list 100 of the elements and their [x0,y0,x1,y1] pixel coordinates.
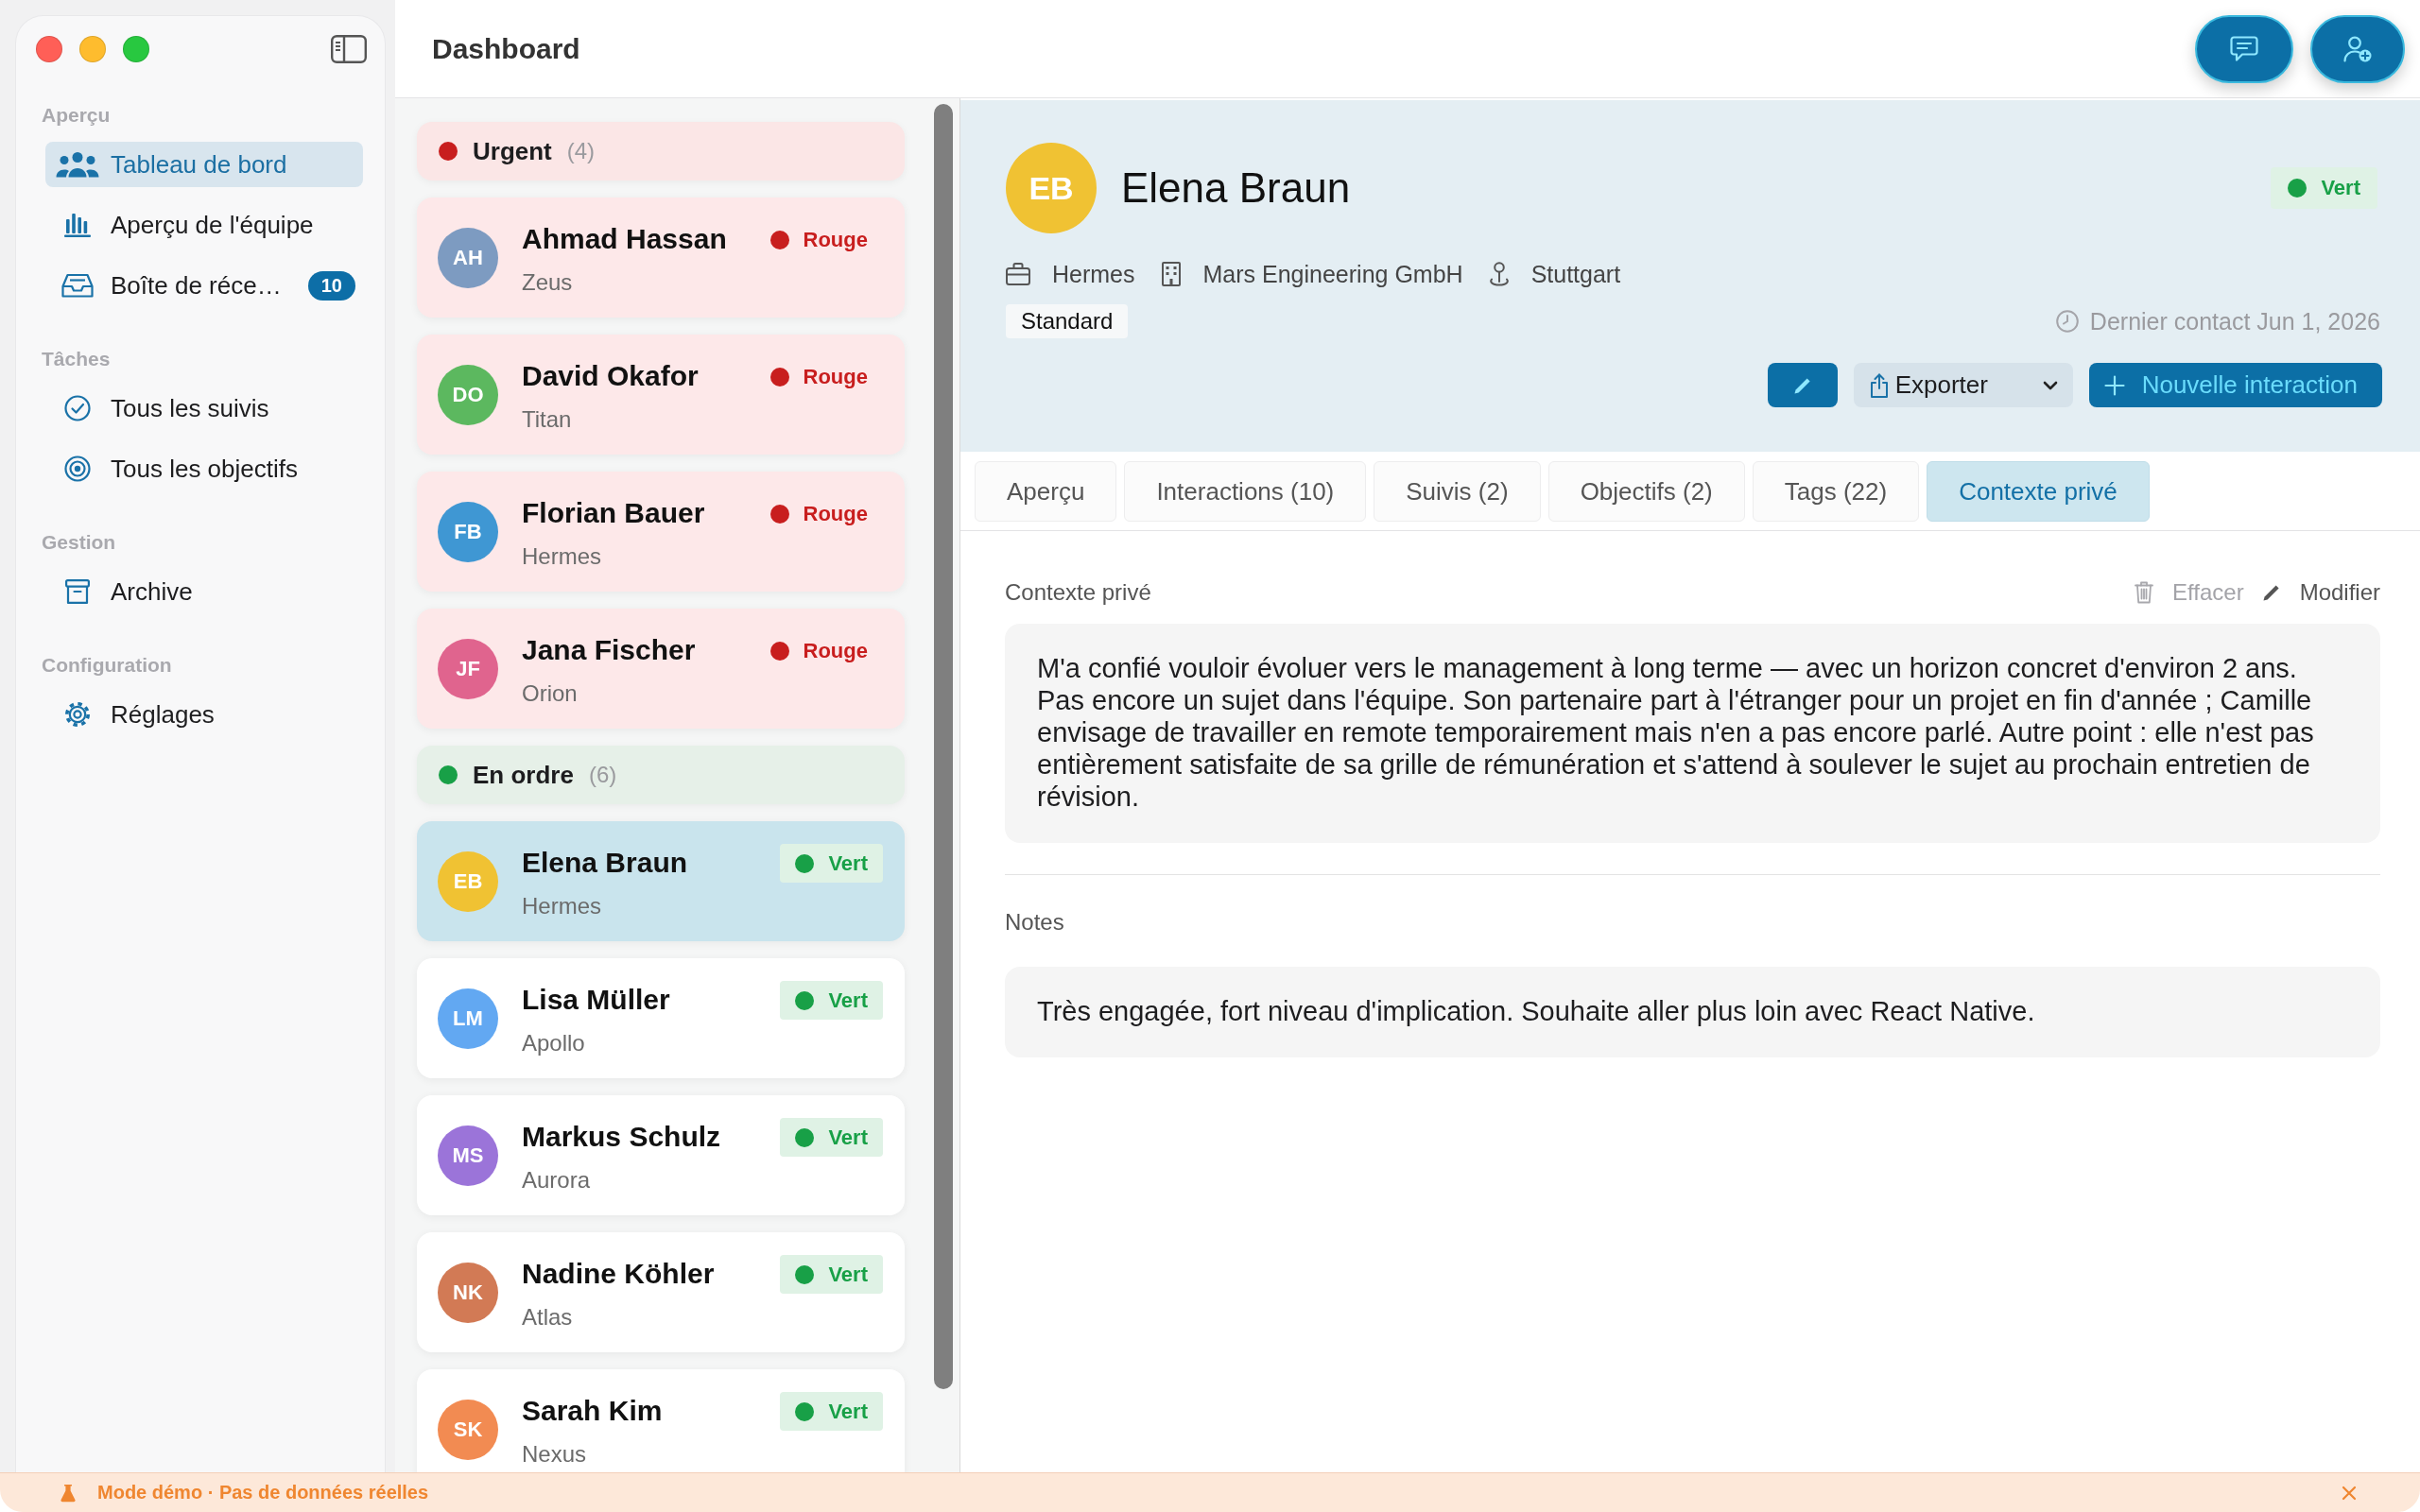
team-name: Apollo [522,1029,586,1057]
briefcase-icon [1006,263,1030,285]
edit-button[interactable] [1767,363,1838,407]
team-name: Atlas [522,1303,574,1332]
section-heading: Gestion [42,530,116,555]
nav-item[interactable]: Archive [45,569,363,614]
contact-name: Elena Braun [522,846,688,880]
avatar: SK [438,1400,498,1460]
contact-card[interactable]: JF Jana Fischer Orion Rouge [417,609,905,729]
avatar: AH [438,228,498,288]
status-label: Vert [2321,176,2360,200]
chat-bubble-icon [2230,36,2258,62]
avatar: DO [438,365,498,425]
contact-name: Elena Braun [1121,164,1351,212]
check-circle-icon [64,395,91,421]
section-heading: Aperçu [42,103,111,128]
status-label: Vert [828,988,868,1013]
status-label: Vert [828,1125,868,1150]
tab[interactable]: Interactions (10) [1124,461,1367,522]
status-label: Rouge [803,364,868,389]
group-count: (4) [566,138,596,164]
avatar: LM [438,988,498,1049]
flask-icon [60,1483,76,1503]
tab[interactable]: Aperçu [975,461,1117,522]
last-contact-text: Dernier contact Jun 1, 2026 [2089,307,2380,335]
note-text: Très engagée, fort niveau d'implication. Souhaite aller plus loin avec React Native. [1005,967,2380,1057]
nav-item[interactable]: Tableau de bord [45,142,363,187]
avatar: NK [438,1263,498,1323]
building-icon [1160,262,1182,286]
nav-item[interactable]: Boîte de réce… 10 [45,263,363,308]
settings-icon [64,701,91,728]
avatar: EB [1006,143,1097,233]
window-title: Dashboard [432,32,580,66]
section-heading: Configuration [42,653,172,678]
contact-card[interactable]: AH Ahmad Hassan Zeus Rouge [417,198,905,318]
contact-name: Florian Bauer [522,496,705,530]
pencil-icon [1792,375,1812,395]
status-label: Rouge [803,501,868,526]
count-badge: 10 [307,270,355,301]
tab[interactable]: Contexte privé [1927,461,2150,522]
modify-button[interactable]: Modifier [2261,579,2380,606]
nav-item[interactable]: Tous les suivis [45,386,363,431]
team-name: Titan [522,405,573,434]
meta-label: Mars Engineering GmbH [1202,260,1463,288]
status-label: Rouge [803,227,868,252]
contact-name: Nadine Köhler [522,1257,715,1291]
share-icon [1868,372,1890,398]
section-heading: Tâches [42,347,111,371]
location-pin-icon [1488,262,1510,286]
contact-card[interactable]: SK Sarah Kim Nexus Vert [417,1369,905,1472]
chat-button[interactable] [2195,15,2293,83]
sidebar-toggle-icon[interactable] [331,35,367,63]
contact-card[interactable]: LM Lisa Müller Apollo Vert [417,958,905,1078]
contact-name: Lisa Müller [522,983,670,1017]
meta-label: Hermes [1052,260,1135,288]
note-text: M'a confié vouloir évoluer vers le management à long terme — avec un horizon concret d'environ 2 ans. Pas encore un sujet dans l'équipe. Son partenaire part à l'étranger pour un projet en fin d'année ; Camille envisage de travailler en remote temporairement mais n'en a pas encore parlé. Autre point : elle n'est pas entièrement satisfaite de sa grille de rémunération et s'attend à soulever le sujet au prochain entretien de révision. [1005,624,2380,843]
zoom-window-button[interactable] [123,36,149,62]
tab[interactable]: Objectifs (2) [1547,461,1745,522]
trash-icon [2135,581,2154,604]
meta-label: Stuttgart [1530,260,1621,288]
team-name: Hermes [522,892,602,920]
team-name: Orion [522,679,579,708]
contact-name: Ahmad Hassan [522,222,727,256]
minimize-window-button[interactable] [79,36,106,62]
tab[interactable]: Suivis (2) [1374,461,1541,522]
contact-name: Sarah Kim [522,1394,663,1428]
close-window-button[interactable] [36,36,62,62]
section-title: Notes [1005,909,1064,936]
contact-name: Markus Schulz [522,1120,721,1154]
contact-card[interactable]: DO David Okafor Titan Rouge [417,335,905,455]
close-icon[interactable] [2342,1485,2357,1501]
status-label: Rouge [803,638,868,663]
team-name: Hermes [522,542,602,571]
bar-chart-icon [64,213,91,237]
add-person-button[interactable] [2310,15,2405,83]
clock-icon [2055,310,2079,333]
contact-card[interactable]: EB Elena Braun Hermes Vert [417,821,905,941]
nav-item[interactable]: Aperçu de l'équipe [45,202,363,248]
status-label: Vert [828,850,868,876]
section-title: Contexte privé [1005,579,1151,606]
contact-card[interactable]: NK Nadine Köhler Atlas Vert [417,1232,905,1352]
archive-box-icon [65,579,90,604]
export-button[interactable]: Exporter [1853,363,2073,407]
group-label: En ordre [473,760,574,790]
nav-item[interactable]: Tous les objectifs [45,446,363,491]
avatar: EB [438,851,498,912]
contact-card[interactable]: MS Markus Schulz Aurora Vert [417,1095,905,1215]
inbox-tray-icon [61,273,94,298]
team-name: Zeus [522,268,574,297]
contact-card[interactable]: FB Florian Bauer Hermes Rouge [417,472,905,592]
nav-item[interactable]: Réglages [45,692,363,737]
tab[interactable]: Tags (22) [1752,461,1920,522]
tier-tag: Standard [1006,304,1129,338]
scrollbar-thumb[interactable] [934,104,953,1389]
people-icon [56,151,99,178]
contact-name: David Okafor [522,359,699,393]
team-name: Aurora [522,1166,592,1194]
status-label: Vert [828,1262,868,1287]
group-label: Urgent [473,136,552,166]
contact-name: Jana Fischer [522,633,696,667]
